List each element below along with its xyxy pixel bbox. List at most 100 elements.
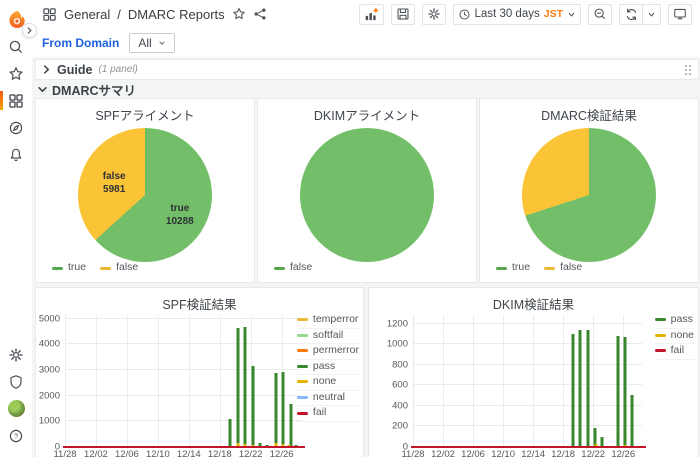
legend-item-pass[interactable]: pass <box>654 313 694 329</box>
x-axis-label: 12/06 <box>115 449 139 457</box>
pie-slice-label-true: true 10288 <box>165 203 194 228</box>
row-dmarc-summary-title: DMARCサマリ <box>52 84 137 98</box>
legend-item-true[interactable]: true <box>496 262 530 274</box>
legend-label: fail <box>312 406 327 419</box>
legend-item-pass[interactable]: pass <box>296 359 359 376</box>
panel-title[interactable]: DMARC検証結果 <box>480 105 698 124</box>
sidebar-item-alerting[interactable] <box>0 141 32 168</box>
shield-icon <box>10 374 22 389</box>
legend-item-softfail[interactable]: softfail <box>296 328 359 345</box>
row-guide[interactable]: Guide (1 panel) <box>35 59 699 80</box>
legend-item-fail[interactable]: fail <box>296 406 359 422</box>
star-icon[interactable] <box>232 7 246 21</box>
legend-label: true <box>512 261 531 274</box>
refresh-dashboard-button[interactable] <box>619 3 643 25</box>
sidebar-item-help[interactable]: ? <box>0 422 32 449</box>
add-panel-button[interactable] <box>358 3 384 25</box>
svg-text:?: ? <box>14 431 18 440</box>
chevron-down-icon <box>648 12 655 17</box>
bar-pass <box>571 333 575 447</box>
dashboards-grid-icon <box>9 93 23 108</box>
panel-title[interactable]: DKIM検証結果 <box>369 294 698 313</box>
y-axis-label: 1200 <box>386 318 408 330</box>
cycle-view-mode-button[interactable] <box>668 3 692 25</box>
sidebar-item-settings[interactable] <box>0 341 32 368</box>
legend-label: false <box>290 261 313 274</box>
x-gridline <box>188 315 190 447</box>
panel-spf-alignment: SPFアライメント false 5981 true 10288 true false <box>35 98 255 283</box>
grafana-app: ? General / DMARC Reports Last 30 days J… <box>0 0 700 457</box>
legend-item-none[interactable]: none <box>654 329 694 345</box>
sidebar-item-server-admin[interactable] <box>0 368 32 395</box>
legend-item-neutral[interactable]: neutral <box>296 390 359 407</box>
breadcrumb-folder[interactable]: General <box>64 7 110 22</box>
panel-title[interactable]: DKIMアライメント <box>258 105 476 124</box>
row-dmarc-summary[interactable]: DMARCサマリ <box>35 80 699 98</box>
sidebar-item-profile[interactable] <box>0 395 32 422</box>
x-axis-label: 12/18 <box>207 449 232 457</box>
legend-label: softfail <box>312 328 344 341</box>
breadcrumb-dashboard-title[interactable]: DMARC Reports <box>128 7 225 22</box>
pie-chart-dkim-alignment[interactable] <box>300 128 434 262</box>
dkim-result-plot[interactable]: 0 200 400 600 800 1000 1200 11/28 12/02 12/06 12/1… <box>387 315 646 457</box>
dashboard-settings-button[interactable] <box>421 3 446 25</box>
legend-label: pass <box>312 359 336 372</box>
timeseries-panels-row: SPF検証結果 0 1000 2000 3000 4000 5000 11/28 12/02 1… <box>35 287 699 457</box>
legend-color-swatch <box>296 364 308 368</box>
sidebar: ? <box>0 0 32 457</box>
help-icon: ? <box>9 429 23 442</box>
top-navbar: General / DMARC Reports Last 30 days JST <box>32 0 700 28</box>
variable-value-dropdown[interactable]: All <box>129 32 175 53</box>
y-gridline <box>413 343 642 345</box>
pie-slice-label-false: false 5981 <box>102 170 126 195</box>
x-gridline <box>443 315 445 447</box>
sidebar-item-explore[interactable] <box>0 114 32 141</box>
refresh-icon <box>626 8 636 20</box>
save-dashboard-button[interactable] <box>390 3 415 25</box>
sidebar-item-dashboards[interactable] <box>0 87 32 114</box>
legend-item-false[interactable]: false <box>100 262 138 274</box>
refresh-interval-button[interactable] <box>643 3 661 25</box>
zoom-out-time-button[interactable] <box>588 3 612 25</box>
legend-item-none[interactable]: none <box>296 375 359 391</box>
legend-item-temperror[interactable]: temperror <box>296 313 359 329</box>
legend-label: neutral <box>312 390 346 403</box>
legend-item-false[interactable]: false <box>274 262 312 274</box>
chevron-down-icon <box>159 41 165 45</box>
legend-color-swatch <box>100 266 112 270</box>
x-gridline <box>157 315 159 447</box>
legend-label: pass <box>670 313 693 325</box>
save-icon <box>397 8 409 20</box>
panel-spf-result: SPF検証結果 0 1000 2000 3000 4000 5000 11/28 12/02 1… <box>35 287 364 457</box>
variable-selected-value: All <box>138 35 152 50</box>
sidebar-item-starred[interactable] <box>0 60 32 87</box>
panel-title[interactable]: SPFアライメント <box>36 105 254 124</box>
legend-item-fail[interactable]: fail <box>654 344 694 360</box>
time-range-picker[interactable]: Last 30 days JST <box>452 3 581 25</box>
user-avatar <box>7 400 25 417</box>
y-gridline <box>413 384 642 386</box>
panel-title[interactable]: SPF検証結果 <box>36 294 363 313</box>
x-axis-label: 11/28 <box>401 449 425 457</box>
legend-color-swatch <box>296 396 308 399</box>
share-icon[interactable] <box>253 7 267 21</box>
pie-chart-spf-alignment[interactable]: false 5981 true 10288 <box>78 128 212 262</box>
legend-item-false[interactable]: false <box>544 262 582 274</box>
legend-label: permerror <box>312 344 359 357</box>
spf-result-plot[interactable]: 0 1000 2000 3000 4000 5000 11/28 12/02 12/06 12/1… <box>39 313 305 457</box>
panel-dkim-alignment: DKIMアライメント false <box>257 98 477 283</box>
sidebar-expand-button[interactable] <box>22 23 37 38</box>
bar-pass <box>586 329 590 447</box>
bar-pass <box>289 403 293 447</box>
clock-icon <box>458 8 470 20</box>
row-drag-handle[interactable] <box>684 63 692 76</box>
legend-label: false <box>116 261 139 274</box>
legend-item-permerror[interactable]: permerror <box>296 344 359 360</box>
pie-chart-dmarc-result[interactable] <box>522 128 656 262</box>
legend-label: false <box>560 261 583 274</box>
y-gridline <box>65 369 301 371</box>
y-axis-label: 400 <box>392 400 408 412</box>
pie-legend: false <box>274 262 312 274</box>
legend-item-true[interactable]: true <box>52 262 86 274</box>
chevron-right-icon <box>27 27 32 34</box>
